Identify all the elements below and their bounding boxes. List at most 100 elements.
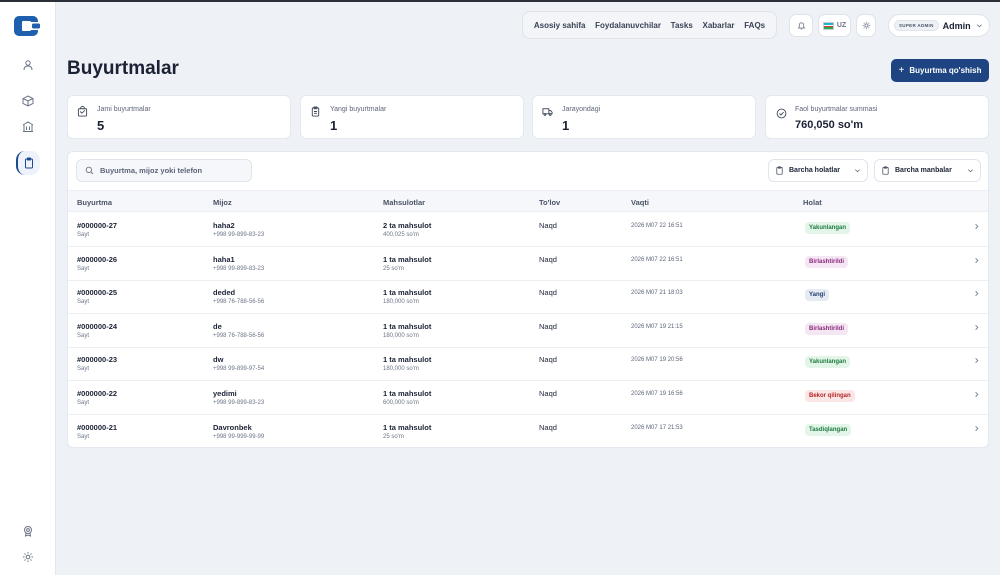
truck-icon (542, 104, 553, 116)
order-id: #000000-26 (77, 254, 118, 264)
chevron-right-icon[interactable] (973, 223, 980, 230)
column-header[interactable]: Vaqti (631, 198, 649, 207)
products-count: 1 ta mahsulot (383, 254, 432, 264)
order-source: Sayt (77, 400, 90, 406)
search-input[interactable] (100, 166, 250, 175)
clipboard-icon[interactable] (16, 151, 40, 175)
payment-method: Naqd (539, 254, 557, 264)
client-name: yedimi (213, 389, 237, 398)
uzbekistan-flag-icon (822, 21, 834, 30)
column-header[interactable]: Mijoz (213, 198, 232, 207)
order-id: #000000-24 (77, 321, 118, 331)
user-menu[interactable]: SUPER ADMIN Admin (888, 14, 990, 37)
settings-icon[interactable] (17, 546, 39, 568)
status-badge: Birlashtirildi (805, 322, 849, 335)
table-row[interactable]: #000000-26 Sayt haha1 +998 99-899-83-23 1 ta… (68, 247, 988, 281)
nav-link-users[interactable]: Foydalanuvchilar (595, 21, 661, 30)
column-header[interactable]: Buyurtma (77, 198, 112, 207)
stat-label: Jami buyurtmalar (97, 106, 151, 113)
language-button[interactable]: UZ (818, 14, 851, 37)
theme-toggle-button[interactable] (856, 14, 876, 37)
status-filter-label: Barcha holatlar (789, 167, 840, 174)
client-name: haha1 (213, 254, 235, 264)
payment-method: Naqd (539, 355, 557, 365)
products-count: 1 ta mahsulot (383, 422, 432, 432)
column-header[interactable]: Holat (803, 198, 822, 207)
stat-card-active-sum: Faol buyurtmalar summasi 760,050 so'm (765, 95, 989, 139)
chevron-down-icon (854, 167, 861, 174)
source-filter[interactable]: Barcha manbalar (874, 159, 981, 182)
order-time: 2026 M07 21 18:03 (631, 290, 683, 297)
app-logo[interactable] (14, 14, 40, 38)
client-phone: +998 76-788-56-56 (213, 332, 265, 339)
plus-icon: + (898, 64, 905, 76)
client-name: de (213, 321, 222, 331)
stat-card-new-orders: Yangi buyurtmalar 1 (300, 95, 524, 139)
stat-label: Jarayondagi (562, 106, 601, 113)
order-amount: 400,025 so'm (383, 232, 419, 238)
stat-value: 1 (562, 118, 570, 133)
sidebar (0, 2, 56, 575)
payment-method: Naqd (539, 221, 557, 230)
client-phone: +998 99-899-83-23 (213, 400, 265, 406)
order-source: Sayt (77, 299, 90, 306)
badge-icon[interactable] (17, 520, 39, 542)
client-name: dw (213, 355, 224, 365)
add-order-button[interactable]: + Buyurtma qo'shish (891, 59, 989, 82)
client-phone: +998 99-899-83-23 (213, 265, 265, 272)
order-source: Sayt (77, 332, 90, 339)
products-count: 1 ta mahsulot (383, 288, 432, 298)
table-row[interactable]: #000000-21 Sayt Davronbek +998 99-999-99-99… (68, 415, 988, 447)
order-amount: 600,000 so'm (383, 400, 419, 406)
top-navigation: Asosiy sahifa Foydalanuvchilar Tasks Xab… (522, 11, 777, 39)
stat-card-in-progress: Jarayondagi 1 (532, 95, 756, 139)
order-time: 2026 M07 22 16:51 (631, 223, 683, 229)
table-row[interactable]: #000000-22 Sayt yedimi +998 99-899-83-23 1 t… (68, 381, 988, 415)
order-time: 2026 M07 17 21:53 (631, 424, 683, 431)
status-badge: Tasdiqlangan (805, 423, 852, 436)
payment-method: Naqd (539, 422, 557, 432)
products-count: 1 ta mahsulot (383, 389, 432, 398)
stat-card-total-orders: Jami buyurtmalar 5 (67, 95, 291, 139)
nav-link-home[interactable]: Asosiy sahifa (534, 21, 586, 30)
users-icon[interactable] (17, 54, 39, 76)
chevron-down-icon (967, 167, 974, 174)
table-row[interactable]: #000000-24 Sayt de +998 76-788-56-56 1 ta ma… (68, 314, 988, 348)
chevron-right-icon[interactable] (973, 425, 980, 432)
products-count: 1 ta mahsulot (383, 355, 432, 365)
clipboard-icon (881, 166, 890, 175)
payment-method: Naqd (539, 389, 557, 398)
chevron-down-icon (976, 24, 982, 28)
chevron-right-icon[interactable] (973, 324, 980, 331)
nav-link-tasks[interactable]: Tasks (671, 21, 693, 30)
nav-link-news[interactable]: Xabarlar (702, 21, 734, 30)
chevron-right-icon[interactable] (973, 391, 980, 398)
client-phone: +998 99-899-83-23 (213, 232, 265, 238)
order-id: #000000-25 (77, 288, 118, 298)
notifications-button[interactable] (789, 14, 813, 37)
client-name: haha2 (213, 221, 235, 230)
table-row[interactable]: #000000-25 Sayt deded +998 76-788-56-56 1 ta… (68, 280, 988, 315)
status-badge: Yakunlangan (805, 222, 851, 234)
order-source: Sayt (77, 433, 90, 440)
building-icon[interactable] (17, 116, 39, 138)
search-box (76, 159, 252, 182)
nav-link-faqs[interactable]: FAQs (744, 21, 765, 30)
stat-label: Faol buyurtmalar summasi (795, 106, 878, 113)
box-icon[interactable] (17, 90, 39, 112)
add-order-label: Buyurtma qo'shish (909, 66, 982, 75)
column-header[interactable]: To'lov (539, 198, 560, 207)
stat-label: Yangi buyurtmalar (330, 106, 387, 113)
column-header[interactable]: Mahsulotlar (383, 198, 425, 207)
chevron-right-icon[interactable] (973, 257, 980, 264)
chevron-right-icon[interactable] (973, 357, 980, 364)
status-filter[interactable]: Barcha holatlar (768, 159, 868, 182)
table-row[interactable]: #000000-27 Sayt haha2 +998 99-899-83-23 2 ta… (68, 213, 988, 247)
order-time: 2026 M07 19 20:56 (631, 357, 683, 364)
order-id: #000000-22 (77, 389, 118, 398)
language-label: UZ (836, 22, 847, 29)
order-time: 2026 M07 19 16:56 (631, 391, 683, 397)
order-id: #000000-27 (77, 221, 118, 230)
chevron-right-icon[interactable] (973, 290, 980, 297)
table-row[interactable]: #000000-23 Sayt dw +998 99-899-97-54 1 ta ma… (68, 347, 988, 382)
